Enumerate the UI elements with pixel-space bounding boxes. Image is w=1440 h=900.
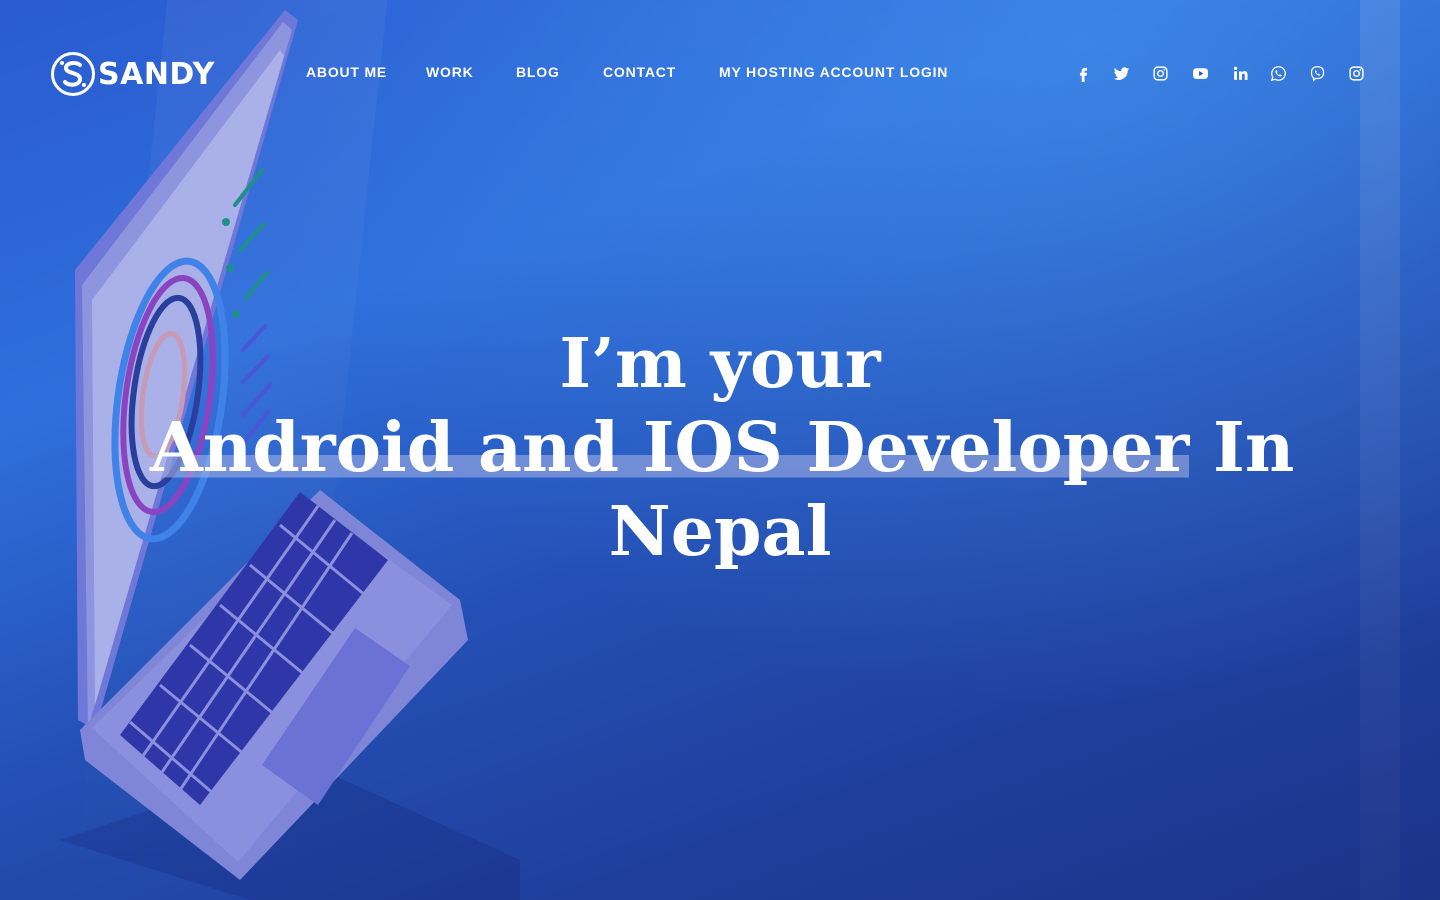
facebook-icon[interactable] xyxy=(1072,62,1094,84)
hero-role-highlight: Android and IOS Developer xyxy=(150,408,1190,488)
instagram-icon-secondary[interactable] xyxy=(1345,62,1367,84)
hero-role-suffix: In xyxy=(1189,408,1295,488)
hero-section: I’m your Android and IOS Developer In Ne… xyxy=(150,322,1294,574)
instagram-icon[interactable] xyxy=(1149,62,1171,84)
whatsapp-icon[interactable] xyxy=(1267,62,1289,84)
social-links xyxy=(0,62,1440,84)
hero-location: Nepal xyxy=(608,492,832,572)
hero-heading: I’m your Android and IOS Developer In Ne… xyxy=(150,322,1294,574)
twitter-icon[interactable] xyxy=(1110,62,1132,84)
linkedin-icon[interactable] xyxy=(1229,62,1251,84)
youtube-icon[interactable] xyxy=(1189,62,1211,84)
hero-role-line: Android and IOS Developer In xyxy=(150,406,1294,490)
viber-icon[interactable] xyxy=(1306,62,1328,84)
hero-intro: I’m your xyxy=(559,324,881,404)
site-header: SANDY ABOUT ME WORK BLOG CONTACT MY HOST… xyxy=(0,0,1440,146)
